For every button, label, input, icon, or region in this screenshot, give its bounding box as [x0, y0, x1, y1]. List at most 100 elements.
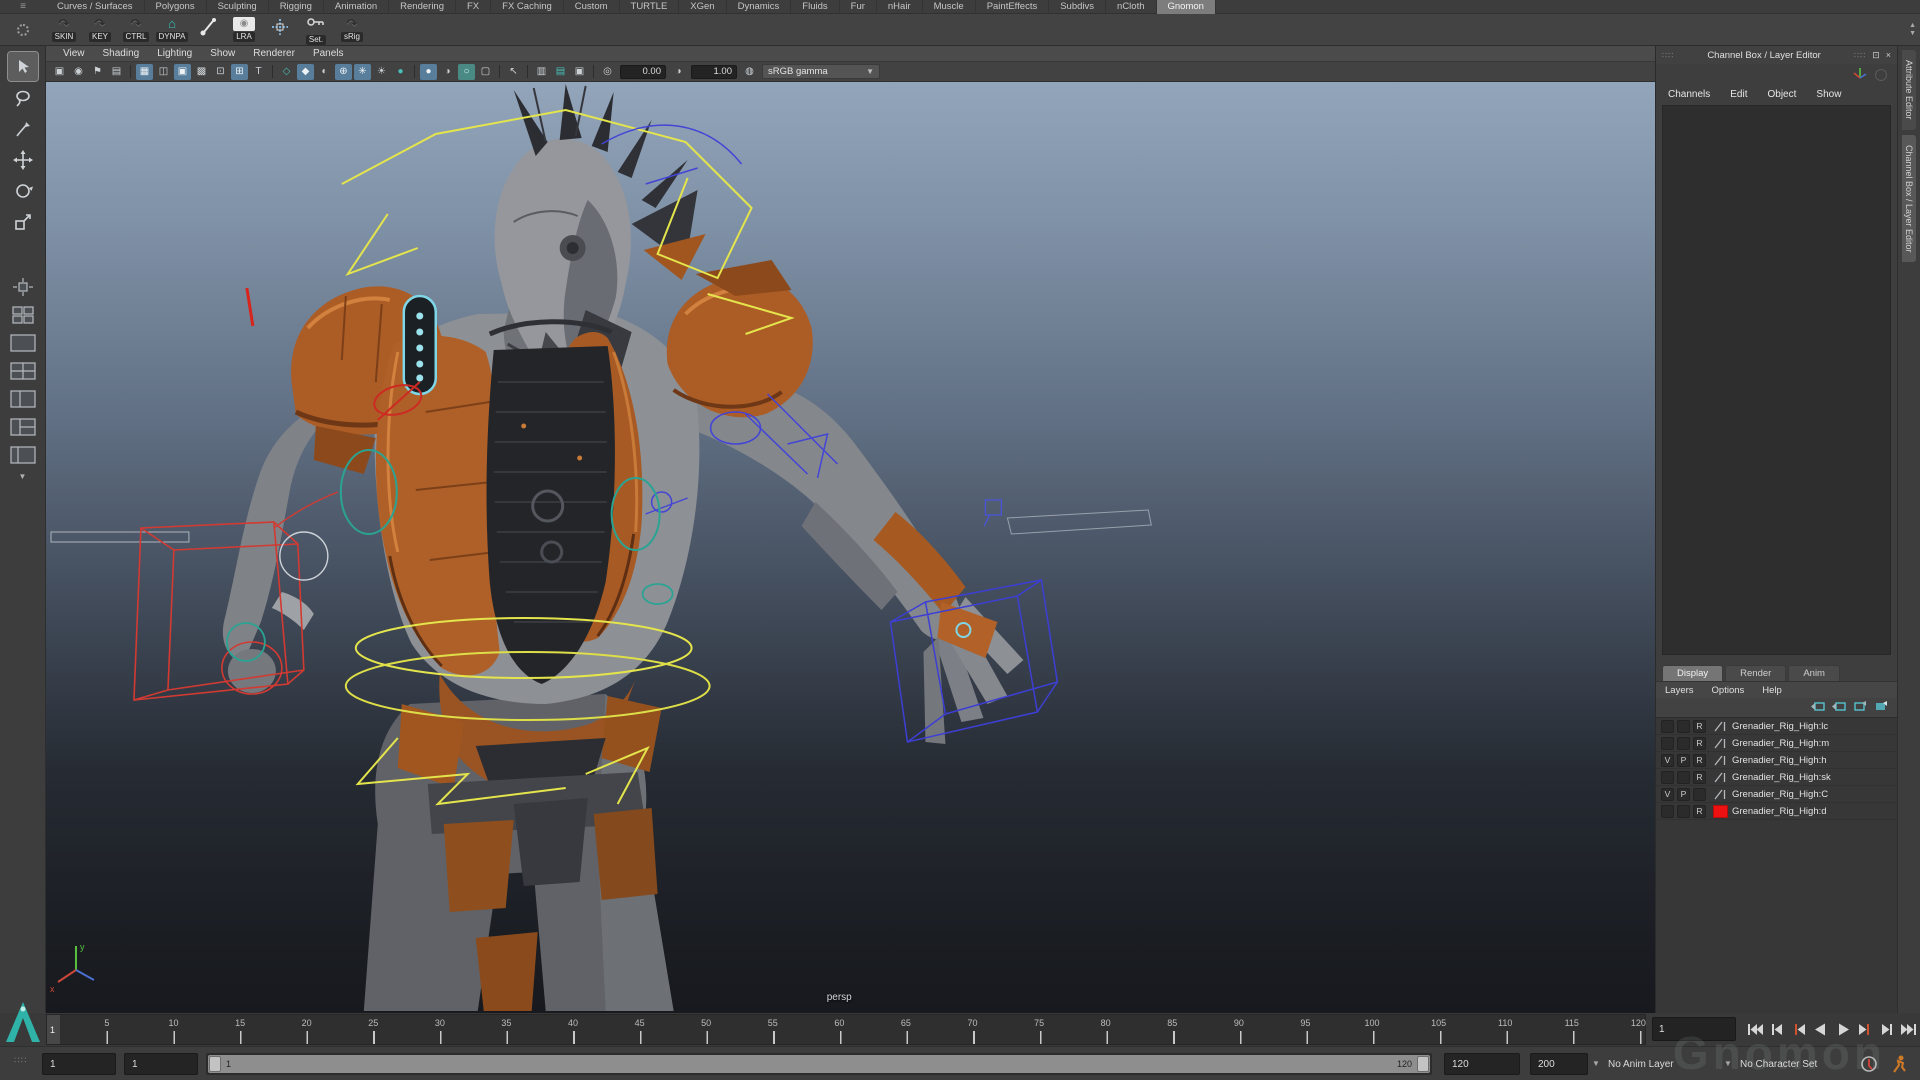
range-start-handle[interactable]: [209, 1056, 221, 1072]
shelf-tab-custom[interactable]: Custom: [564, 0, 620, 14]
layer-row[interactable]: V P Grenadier_Rig_High:C: [1656, 786, 1897, 803]
layer-visibility-toggle[interactable]: [1661, 771, 1674, 784]
layer-row[interactable]: V P R Grenadier_Rig_High:h: [1656, 752, 1897, 769]
layer-visibility-toggle[interactable]: [1661, 805, 1674, 818]
layer-visibility-toggle[interactable]: V: [1661, 754, 1674, 767]
layout-shortcut-pair[interactable]: [7, 302, 39, 327]
layer-playback-toggle[interactable]: [1677, 805, 1690, 818]
layout-outliner-persp[interactable]: [7, 442, 39, 467]
menu-layers[interactable]: Layers: [1656, 685, 1703, 696]
menu-object[interactable]: Object: [1758, 89, 1807, 100]
shelf-tab-nhair[interactable]: nHair: [877, 0, 923, 14]
selection-highlight-icon[interactable]: ↖: [505, 64, 522, 80]
resolution-gate-icon[interactable]: ▣: [174, 64, 191, 80]
panel-menu-lighting[interactable]: Lighting: [148, 48, 201, 59]
panel-menu-shading[interactable]: Shading: [94, 48, 149, 59]
safe-title-icon[interactable]: ⊞: [231, 64, 248, 80]
shelf-tab-painteffects[interactable]: PaintEffects: [976, 0, 1050, 14]
menu-channels[interactable]: Channels: [1658, 89, 1720, 100]
snapshot-icon[interactable]: ▥: [533, 64, 550, 80]
shelf-button-joint-tool[interactable]: [190, 14, 226, 46]
layer-row[interactable]: R Grenadier_Rig_High:m: [1656, 735, 1897, 752]
tab-anim[interactable]: Anim: [1788, 665, 1840, 681]
layout-two-pane-side[interactable]: [7, 386, 39, 411]
auto-keyframe-toggle[interactable]: [1858, 1053, 1880, 1075]
layer-name[interactable]: Grenadier_Rig_High:h: [1732, 755, 1827, 766]
go-to-start-button[interactable]: [1744, 1017, 1765, 1042]
shelf-button-lra[interactable]: ◉ LRA: [226, 14, 262, 46]
panel-title-bar[interactable]: ∷∷ Channel Box / Layer Editor ∷∷ ⊡ ×: [1656, 46, 1897, 64]
create-empty-layer-icon[interactable]: [1853, 699, 1867, 717]
lasso-select-tool[interactable]: [8, 83, 38, 112]
shelf-tab-fx-caching[interactable]: FX Caching: [491, 0, 564, 14]
layer-color-swatch[interactable]: [1713, 737, 1728, 750]
popout-icon[interactable]: ⊡: [1872, 50, 1880, 61]
chevron-down-icon[interactable]: ▼: [1592, 1059, 1600, 1068]
color-management-icon[interactable]: ◍: [741, 64, 758, 80]
panel-menu-view[interactable]: View: [54, 48, 94, 59]
layer-visibility-toggle[interactable]: [1661, 737, 1674, 750]
sidebar-tab-channel-box[interactable]: Channel Box / Layer Editor: [1902, 135, 1916, 263]
shelf-button-ctrl[interactable]: ↷ CTRL: [118, 14, 154, 46]
character-set-dropdown[interactable]: No Character Set: [1740, 1053, 1852, 1075]
shelf-scroll-down-icon[interactable]: ▼: [1909, 30, 1916, 38]
layer-display-type-toggle[interactable]: [1693, 788, 1706, 801]
shelf-button-key[interactable]: ↷ KEY: [82, 14, 118, 46]
playback-end-field[interactable]: 120: [1444, 1053, 1520, 1075]
region-icon[interactable]: ⊡: [212, 64, 229, 80]
layer-playback-toggle[interactable]: [1677, 737, 1690, 750]
shelf-tab-gnomon[interactable]: Gnomon: [1157, 0, 1216, 14]
grease-pencil-icon[interactable]: ▢: [477, 64, 494, 80]
xray-icon[interactable]: ●: [420, 64, 437, 80]
go-to-end-button[interactable]: [1898, 1017, 1919, 1042]
use-lights-icon[interactable]: ⊕: [335, 64, 352, 80]
layout-more-icon[interactable]: ▼: [19, 472, 27, 481]
shelf-button-srig[interactable]: ↷ sRig: [334, 14, 370, 46]
layer-display-type-toggle[interactable]: R: [1693, 720, 1706, 733]
view-transform-dropdown[interactable]: sRGB gamma ▼: [762, 64, 880, 79]
layer-name[interactable]: Grenadier_Rig_High:sk: [1732, 772, 1831, 783]
layer-name[interactable]: Grenadier_Rig_High:m: [1732, 738, 1829, 749]
range-end-handle[interactable]: [1417, 1056, 1429, 1072]
step-back-key-button[interactable]: [1788, 1017, 1809, 1042]
wireframe-icon[interactable]: ◇: [278, 64, 295, 80]
animation-preferences-button[interactable]: [1888, 1053, 1910, 1075]
layer-name[interactable]: Grenadier_Rig_High:d: [1732, 806, 1827, 817]
shelf-tab-turtle[interactable]: TURTLE: [620, 0, 680, 14]
scale-tool[interactable]: [8, 207, 38, 236]
range-slider-track[interactable]: 1 120: [208, 1055, 1430, 1073]
motion-blur-icon[interactable]: ●: [392, 64, 409, 80]
image-icon[interactable]: ▣: [571, 64, 588, 80]
layer-row[interactable]: R Grenadier_Rig_High:d: [1656, 803, 1897, 820]
move-tool[interactable]: [8, 145, 38, 174]
layer-playback-toggle[interactable]: P: [1677, 788, 1690, 801]
timeline-ruler[interactable]: 1 5 10 15 20 25 30 35 40 45 50 55 60 65 …: [46, 1014, 1646, 1045]
layer-visibility-toggle[interactable]: V: [1661, 788, 1674, 801]
panel-menu-show[interactable]: Show: [201, 48, 244, 59]
shaded-icon[interactable]: ◆: [297, 64, 314, 80]
layer-row[interactable]: R Grenadier_Rig_High:lc: [1656, 718, 1897, 735]
close-icon[interactable]: ×: [1886, 50, 1891, 60]
layer-row[interactable]: R Grenadier_Rig_High:sk: [1656, 769, 1897, 786]
move-layer-down-icon[interactable]: [1832, 699, 1846, 717]
grid-icon[interactable]: ▦: [136, 64, 153, 80]
ambient-occlusion-icon[interactable]: ☀: [373, 64, 390, 80]
gate-mask-icon[interactable]: ▩: [193, 64, 210, 80]
chevron-down-icon[interactable]: ▼: [1724, 1059, 1732, 1068]
select-camera-icon[interactable]: ▣: [51, 64, 68, 80]
layer-display-type-toggle[interactable]: R: [1693, 805, 1706, 818]
film-gate-icon[interactable]: ◫: [155, 64, 172, 80]
layer-color-swatch[interactable]: [1713, 771, 1728, 784]
shelf-tab-fur[interactable]: Fur: [840, 0, 877, 14]
layer-name[interactable]: Grenadier_Rig_High:lc: [1732, 721, 1828, 732]
shelf-scroll-up-icon[interactable]: ▲: [1909, 22, 1916, 30]
layer-color-swatch[interactable]: [1713, 754, 1728, 767]
manipulator-icon[interactable]: [1853, 66, 1867, 85]
shelf-tab-fluids[interactable]: Fluids: [791, 0, 839, 14]
layer-name[interactable]: Grenadier_Rig_High:C: [1732, 789, 1828, 800]
play-forwards-button[interactable]: [1832, 1017, 1853, 1042]
drag-grip-icon[interactable]: ∷∷: [1662, 51, 1674, 60]
rotate-tool[interactable]: [8, 176, 38, 205]
shelf-tab-fx[interactable]: FX: [456, 0, 491, 14]
exposure-field[interactable]: 0.00: [620, 65, 666, 79]
